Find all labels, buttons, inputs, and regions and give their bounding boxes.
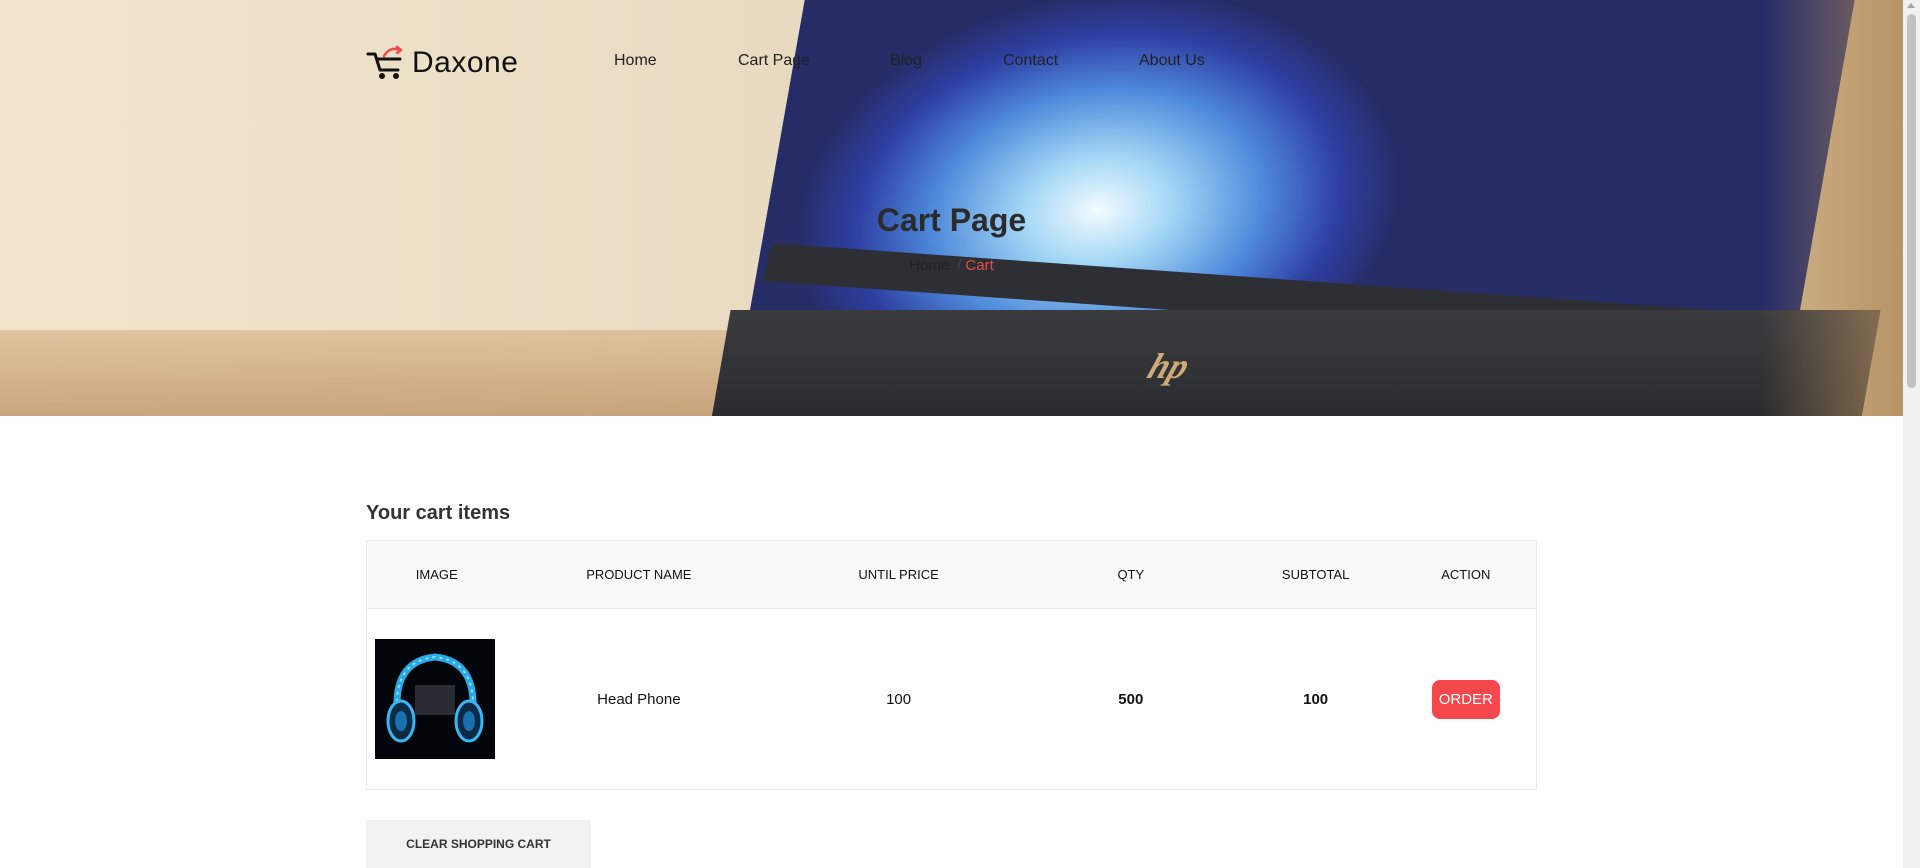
brand-logo[interactable]: Daxone: [366, 44, 518, 82]
order-button[interactable]: ORDER: [1431, 679, 1500, 719]
nav-contact[interactable]: Contact: [1003, 52, 1139, 70]
nav-blog[interactable]: Blog: [890, 52, 1003, 70]
cell-qty: 500: [1118, 690, 1144, 708]
clear-cart-button[interactable]: CLEAR SHOPPING CART: [366, 820, 591, 868]
col-header-unit-price: UNTIL PRICE: [858, 567, 939, 582]
breadcrumb-separator: /: [957, 257, 962, 274]
cell-subtotal: 100: [1303, 690, 1329, 708]
cell-action: ORDER: [1396, 609, 1537, 790]
breadcrumb-home[interactable]: Home: [909, 257, 949, 274]
headphone-product-image: [375, 639, 495, 759]
cart-table-header-row: IMAGE PRODUCT NAME UNTIL PRICE QTY SUBTO…: [366, 540, 1537, 609]
cell-product-name[interactable]: Head Phone: [506, 609, 771, 790]
breadcrumb-current: Cart: [965, 257, 994, 274]
nav-about-us[interactable]: About Us: [1139, 52, 1205, 70]
brand-name: Daxone: [412, 46, 519, 79]
scroll-up-icon[interactable]: [1907, 3, 1915, 8]
nav-cart-page[interactable]: Cart Page: [738, 52, 890, 70]
cell-image: [367, 609, 507, 790]
cart-table: IMAGE PRODUCT NAME UNTIL PRICE QTY SUBTO…: [366, 540, 1537, 790]
main-nav: Home Cart Page Blog Contact About Us: [614, 52, 1205, 70]
breadcrumb: Home / Cart: [0, 257, 1903, 274]
scroll-thumb[interactable]: [1907, 14, 1916, 388]
col-header-subtotal: SUBTOTAL: [1281, 567, 1350, 582]
product-image-link[interactable]: [375, 639, 495, 759]
col-header-qty: QTY: [1117, 567, 1145, 582]
col-header-product-name: PRODUCT NAME: [586, 567, 692, 582]
page-title: Cart Page: [876, 202, 1027, 238]
cell-unit-price: 100: [886, 690, 912, 708]
col-header-image: IMAGE: [415, 567, 458, 582]
page-scrollbar[interactable]: [1903, 0, 1920, 868]
table-row: Head Phone 100 500 100 ORDER: [366, 608, 1537, 790]
cart-heading: Your cart items: [366, 502, 511, 524]
cart-logo-icon: [366, 45, 403, 79]
nav-home[interactable]: Home: [614, 52, 738, 70]
col-header-action: ACTION: [1441, 567, 1491, 582]
